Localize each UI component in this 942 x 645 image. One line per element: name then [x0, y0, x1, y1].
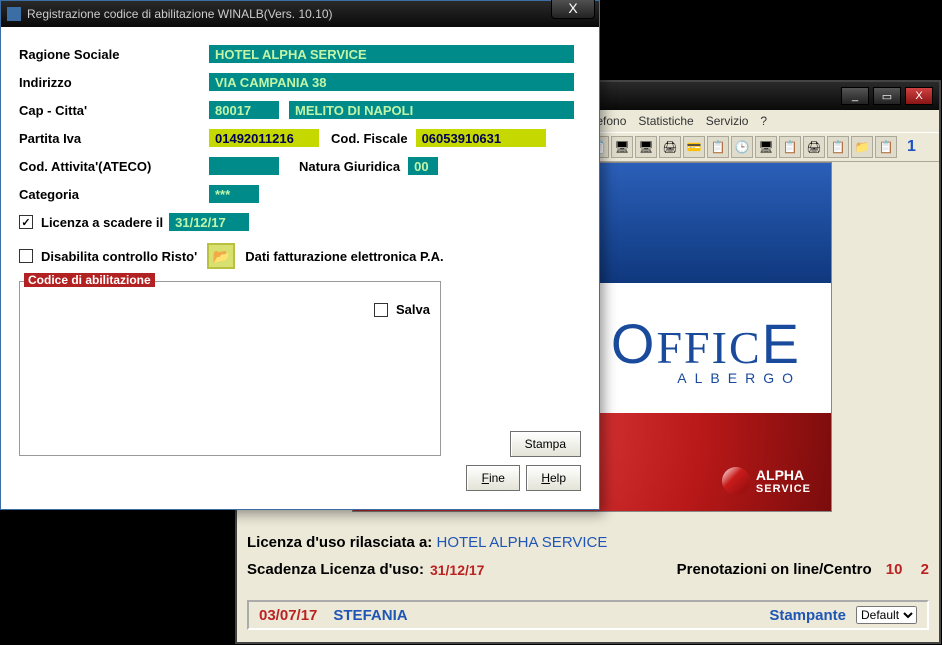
licenza-date-field[interactable]: 31/12/17: [169, 213, 249, 231]
categoria-label: Categoria: [19, 187, 209, 202]
toolbar-icon[interactable]: 📋: [779, 136, 801, 158]
menu-servizio[interactable]: Servizio: [706, 114, 749, 128]
ragione-sociale-field[interactable]: HOTEL ALPHA SERVICE: [209, 45, 574, 63]
salva-label: Salva: [396, 302, 430, 317]
categoria-field[interactable]: ***: [209, 185, 259, 203]
indirizzo-field[interactable]: VIA CAMPANIA 38: [209, 73, 574, 91]
minimize-button[interactable]: _: [841, 87, 869, 105]
toolbar-icon[interactable]: 📁: [851, 136, 873, 158]
toolbar-icon[interactable]: 🖥: [755, 136, 777, 158]
menu-help[interactable]: ?: [760, 114, 767, 128]
maximize-button[interactable]: ▭: [873, 87, 901, 105]
partita-iva-label: Partita Iva: [19, 131, 209, 146]
license-expiry-line: Scadenza Licenza d'uso: 31/12/17 Prenota…: [247, 561, 929, 578]
disabilita-risto-checkbox[interactable]: [19, 249, 33, 263]
toolbar-icon[interactable]: 📋: [827, 136, 849, 158]
dati-fatturazione-button[interactable]: 📂: [207, 243, 235, 269]
printer-label: Stampante: [769, 607, 846, 624]
status-bar: 03/07/17 STEFANIA Stampante Default: [247, 600, 929, 630]
printer-select[interactable]: Default: [856, 606, 917, 624]
status-date: 03/07/17: [259, 607, 317, 624]
cod-attivita-label: Cod. Attivita'(ATECO): [19, 159, 209, 174]
natura-giuridica-label: Natura Giuridica: [299, 159, 400, 174]
banner-office: OFFICE: [611, 311, 801, 376]
close-button[interactable]: X: [905, 87, 933, 105]
registration-dialog: Registrazione codice di abilitazione WIN…: [0, 0, 600, 510]
cod-fiscale-label: Cod. Fiscale: [331, 131, 408, 146]
toolbar-icon[interactable]: 🖨: [803, 136, 825, 158]
licenza-scadere-checkbox[interactable]: [19, 215, 33, 229]
folder-icon: 📂: [213, 248, 230, 265]
dati-fatturazione-label: Dati fatturazione elettronica P.A.: [245, 249, 443, 264]
toolbar-icon[interactable]: 🕒: [731, 136, 753, 158]
help-button[interactable]: Help: [526, 465, 581, 491]
citta-field[interactable]: MELITO DI NAPOLI: [289, 101, 574, 119]
dialog-title: Registrazione codice di abilitazione WIN…: [27, 7, 332, 21]
disabilita-risto-label: Disabilita controllo Risto': [41, 249, 197, 264]
stampa-button[interactable]: Stampa: [510, 431, 581, 457]
dialog-titlebar: Registrazione codice di abilitazione WIN…: [1, 1, 599, 27]
codice-abilitazione-label: Codice di abilitazione: [24, 273, 155, 287]
toolbar-icon[interactable]: 🖥: [611, 136, 633, 158]
license-holder: HOTEL ALPHA SERVICE: [436, 534, 607, 551]
salva-checkbox[interactable]: [374, 303, 388, 317]
natura-giuridica-field[interactable]: 00: [408, 157, 438, 175]
alpha-text: ALPHA: [756, 467, 811, 483]
toolbar-number: 1: [907, 138, 916, 156]
dialog-icon: [7, 7, 21, 21]
alpha-service-logo: ALPHA SERVICE: [722, 467, 811, 495]
licenza-scadere-label: Licenza a scadere il: [41, 215, 163, 230]
indirizzo-label: Indirizzo: [19, 75, 209, 90]
cod-fiscale-field[interactable]: 06053910631: [416, 129, 546, 147]
fine-button[interactable]: Fine: [466, 465, 520, 491]
preno-count2: 2: [921, 561, 929, 578]
service-text: SERVICE: [756, 483, 811, 495]
partita-iva-field[interactable]: 01492011216: [209, 129, 319, 147]
cap-citta-label: Cap - Citta': [19, 103, 209, 118]
toolbar-icon[interactable]: 🖥: [635, 136, 657, 158]
cap-field[interactable]: 80017: [209, 101, 279, 119]
preno-count1: 10: [886, 561, 903, 578]
banner-sub: ALBERGO: [677, 370, 801, 386]
toolbar-icon[interactable]: 💳: [683, 136, 705, 158]
dialog-close-button[interactable]: X: [551, 0, 595, 19]
alpha-disc-icon: [722, 467, 750, 495]
license-holder-line: Licenza d'uso rilasciata a: HOTEL ALPHA …: [247, 534, 929, 551]
dialog-body: Ragione Sociale HOTEL ALPHA SERVICE Indi…: [1, 27, 599, 466]
toolbar-icon[interactable]: 📋: [875, 136, 897, 158]
license-info: Licenza d'uso rilasciata a: HOTEL ALPHA …: [247, 534, 929, 578]
cod-attivita-field[interactable]: [209, 157, 279, 175]
license-expiry: 31/12/17: [430, 562, 485, 578]
ragione-sociale-label: Ragione Sociale: [19, 47, 209, 62]
prenotazioni-label: Prenotazioni on line/Centro 10 2: [677, 561, 929, 578]
toolbar-icon[interactable]: 🖨: [659, 136, 681, 158]
codice-abilitazione-group: Codice di abilitazione Salva: [19, 281, 441, 456]
toolbar-icon[interactable]: 📋: [707, 136, 729, 158]
menu-statistiche[interactable]: Statistiche: [638, 114, 693, 128]
status-user: STEFANIA: [333, 607, 407, 624]
